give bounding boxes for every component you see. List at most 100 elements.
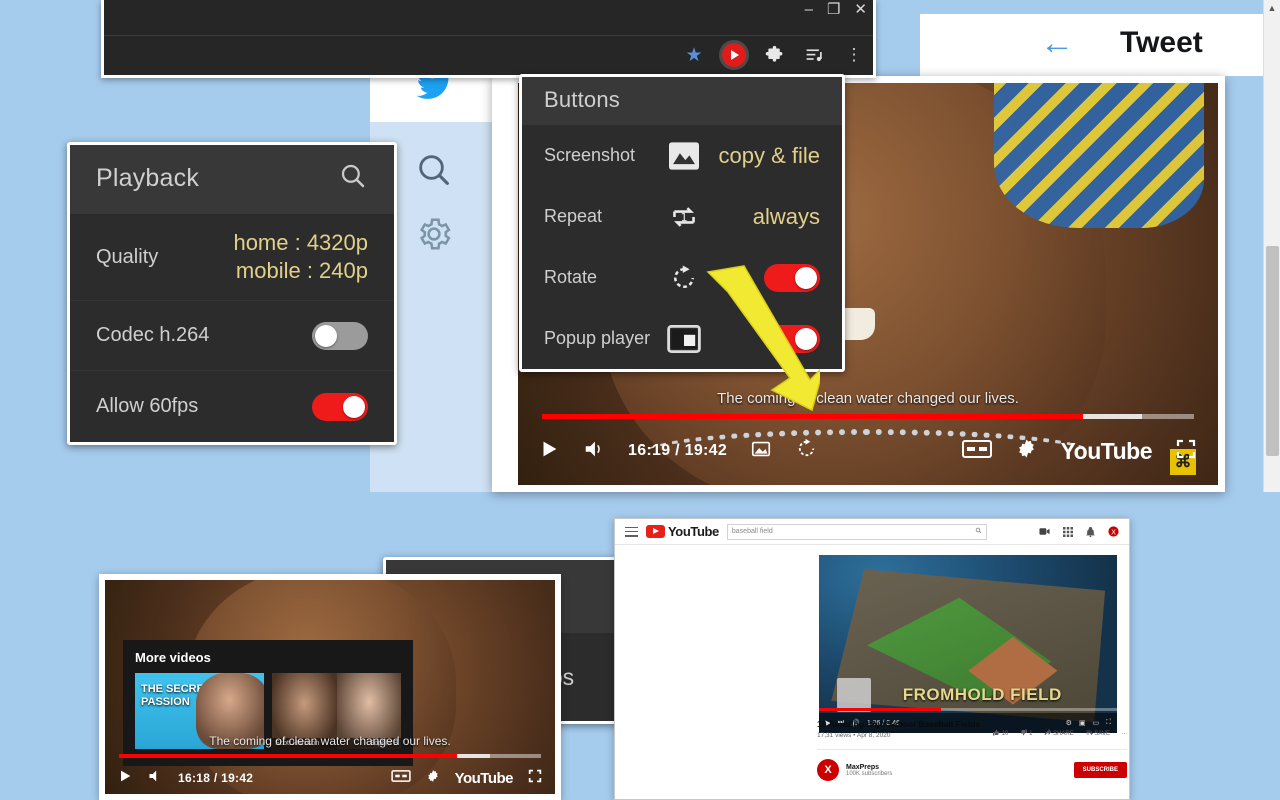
action-like[interactable]: 10 — [993, 729, 1008, 737]
chrome-menu-icon[interactable]: ⋮ — [841, 42, 867, 68]
picture-in-picture-icon[interactable] — [652, 325, 716, 353]
scroll-up-arrow-icon[interactable]: ▲ — [1264, 0, 1280, 13]
fullscreen-icon[interactable] — [527, 768, 543, 789]
screenshot-label: Screenshot — [544, 145, 652, 166]
quality-mobile-value: mobile : 240p — [236, 257, 368, 285]
youtube-wordmark[interactable]: YouTube — [455, 770, 513, 787]
captions-icon[interactable] — [391, 769, 411, 788]
screenshot-icon[interactable] — [749, 438, 773, 465]
screenshot-value: copy & file — [719, 143, 821, 169]
settings-gear-icon[interactable] — [425, 768, 441, 789]
search-icon[interactable] — [338, 161, 368, 196]
maximize-button[interactable]: ❐ — [827, 2, 840, 17]
volume-icon[interactable] — [582, 438, 606, 465]
subscribe-button[interactable]: SUBSCRIBE — [1074, 762, 1127, 778]
youtube-browser-window: YouTube baseball field X — [614, 518, 1130, 800]
rotate-toggle[interactable] — [764, 264, 820, 292]
svg-text:X: X — [1111, 527, 1116, 536]
extensions-puzzle-icon[interactable] — [761, 42, 787, 68]
share-label: SHARE — [1053, 731, 1074, 737]
youtube-header-icons: X — [1039, 526, 1119, 537]
playback-codec-label: Codec h.264 — [96, 324, 209, 347]
secondary-player-control-bar: 16:18 / 19:42 YouTube — [105, 762, 555, 794]
play-icon[interactable] — [538, 438, 560, 465]
playback-quality-label: Quality — [96, 246, 158, 269]
youtube-extension-icon[interactable] — [721, 42, 747, 68]
rotate-icon[interactable] — [652, 263, 716, 293]
action-more-icon[interactable]: ... — [1122, 730, 1127, 736]
popup-player-label: Popup player — [544, 328, 652, 349]
minimize-button[interactable]: – — [805, 2, 813, 17]
secondary-progress-bar[interactable] — [119, 754, 541, 758]
player-control-bar: 16:19 / 19:42 YouTube — [518, 425, 1218, 477]
playback-row-60fps[interactable]: Allow 60fps — [70, 370, 394, 442]
notifications-bell-icon[interactable] — [1085, 526, 1096, 537]
channel-subscribers: 100K subscribers — [846, 771, 892, 777]
buttons-row-rotate[interactable]: Rotate — [522, 247, 842, 308]
page-title: Tweet — [1120, 26, 1203, 60]
account-avatar-icon[interactable]: X — [1108, 526, 1119, 537]
dislike-count: 1 — [1029, 731, 1032, 737]
apps-grid-icon[interactable] — [1062, 526, 1073, 537]
buttons-panel-title: Buttons — [544, 87, 620, 113]
video-caption: The coming of clean water changed our li… — [518, 390, 1218, 407]
play-icon[interactable] — [117, 768, 133, 789]
video-overlay-title: FROMHOLD FIELD — [903, 685, 1062, 705]
progress-buffered — [457, 754, 491, 758]
action-save[interactable]: SAVE — [1086, 729, 1110, 737]
reading-list-icon[interactable] — [801, 42, 827, 68]
toggle-knob — [315, 325, 337, 347]
svg-text:1: 1 — [681, 211, 688, 224]
scrollbar-thumb[interactable] — [1266, 246, 1279, 456]
star-icon[interactable]: ★ — [681, 42, 707, 68]
channel-name[interactable]: MaxPreps — [846, 764, 892, 771]
action-share[interactable]: SHARE — [1044, 729, 1073, 737]
progress-played — [542, 414, 1083, 419]
buttons-settings-panel: Buttons Screenshot copy & file Repeat 1 — [519, 74, 845, 372]
youtube-wordmark[interactable]: YouTube — [1061, 438, 1152, 465]
allow-60fps-toggle[interactable] — [312, 393, 368, 421]
fullscreen-icon[interactable] — [1174, 437, 1198, 466]
popup-player-toggle[interactable] — [764, 325, 820, 353]
rotate-icon[interactable] — [795, 437, 818, 465]
youtube-logo[interactable]: YouTube — [646, 524, 719, 539]
browser-window-chrome: – ❐ ✕ ★ ⋮ — [101, 0, 876, 78]
volume-icon[interactable] — [147, 768, 164, 789]
repeat-one-icon[interactable]: 1 — [652, 202, 716, 232]
codec-toggle[interactable] — [312, 322, 368, 350]
progress-buffered — [1083, 414, 1142, 419]
buttons-row-popup-player[interactable]: Popup player — [522, 308, 842, 369]
search-input-value: baseball field — [732, 528, 773, 535]
youtube-video-player[interactable]: FROMHOLD FIELD ▶ ⏭ 🔊 1:06 / 3:46 ⚙ ▣ ▭ ⛶ — [819, 555, 1117, 733]
toggle-knob — [795, 328, 817, 350]
page-scrollbar[interactable]: ▲ — [1263, 0, 1280, 492]
secondary-video-surface[interactable]: More videos THE SECRET TO PASSION Scott … — [105, 580, 555, 794]
channel-avatar[interactable]: X — [817, 759, 839, 781]
video-progress-bar[interactable] — [542, 414, 1194, 419]
back-arrow-icon[interactable]: ← — [1040, 26, 1074, 60]
image-icon[interactable] — [652, 141, 716, 171]
buttons-row-screenshot[interactable]: Screenshot copy & file — [522, 125, 842, 186]
buttons-panel-header: Buttons — [522, 77, 842, 125]
like-count: 10 — [1002, 731, 1009, 737]
metadata-divider — [817, 749, 1127, 750]
playback-settings-panel: Playback Quality home : 4320p mobile : 2… — [67, 142, 397, 445]
buttons-panel-body: Screenshot copy & file Repeat 1 alwa — [522, 125, 842, 369]
action-dislike[interactable]: 1 — [1020, 729, 1032, 737]
youtube-progress-bar[interactable] — [819, 708, 1117, 711]
quality-home-value: home : 4320p — [233, 229, 368, 257]
playback-panel-header: Playback — [70, 145, 394, 214]
buttons-row-repeat[interactable]: Repeat 1 always — [522, 186, 842, 247]
desktop-canvas: ← Tweet ▲ ⌘ The coming of clean water ch… — [0, 0, 1280, 800]
captions-icon[interactable] — [962, 438, 992, 465]
settings-gear-icon[interactable] — [1014, 436, 1039, 466]
search-input[interactable]: baseball field — [727, 524, 987, 540]
hamburger-menu-icon[interactable] — [625, 527, 638, 537]
playback-row-codec[interactable]: Codec h.264 — [70, 300, 394, 370]
close-button[interactable]: ✕ — [854, 2, 867, 17]
search-icon[interactable] — [975, 527, 982, 536]
create-video-icon[interactable] — [1039, 526, 1050, 537]
repeat-label: Repeat — [544, 206, 652, 227]
playback-row-quality[interactable]: Quality home : 4320p mobile : 240p — [70, 214, 394, 300]
save-label: SAVE — [1094, 731, 1110, 737]
